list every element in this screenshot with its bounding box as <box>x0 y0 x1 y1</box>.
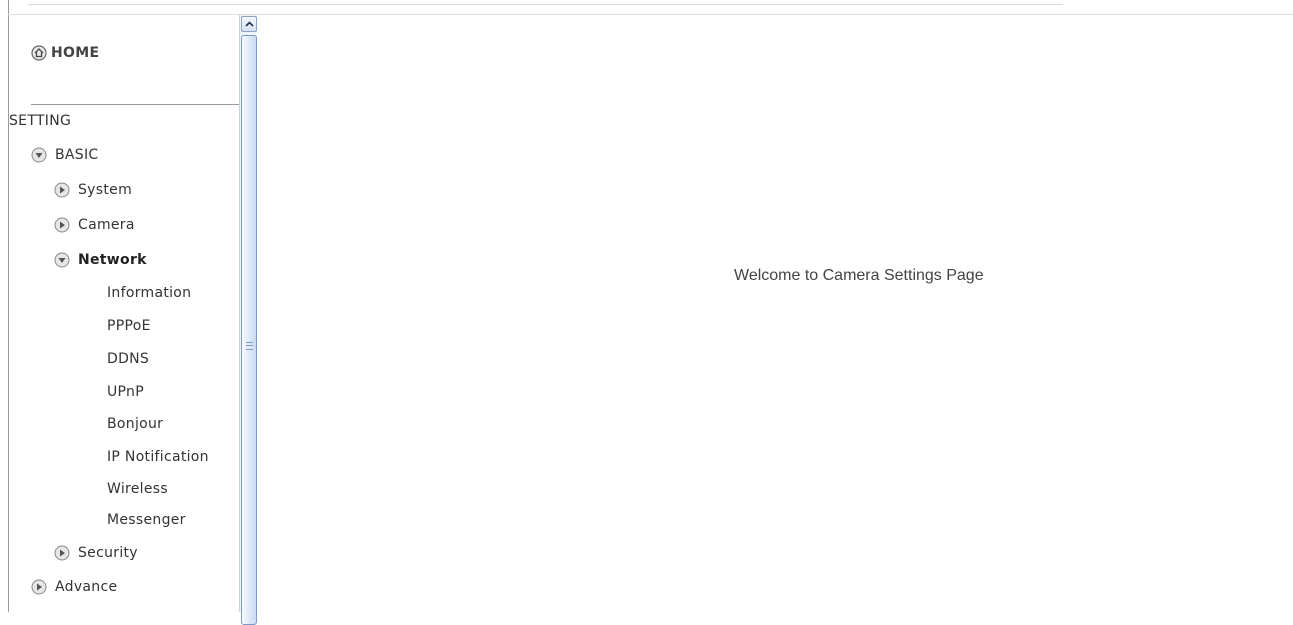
network-item-messenger[interactable]: Messenger <box>107 512 186 528</box>
menu-network[interactable]: Network <box>54 252 147 268</box>
basic-label: BASIC <box>55 147 99 163</box>
collapsed-arrow-icon <box>31 579 47 595</box>
network-item-upnp[interactable]: UPnP <box>107 384 144 400</box>
system-label: System <box>78 182 133 198</box>
home-divider <box>31 104 239 105</box>
scrollbar-thumb[interactable] <box>241 35 257 625</box>
menu-security[interactable]: Security <box>54 545 138 561</box>
menu-basic[interactable]: BASIC <box>31 147 98 163</box>
setting-heading: SETTING <box>9 113 71 129</box>
sidebar-scrollbar[interactable] <box>239 15 257 625</box>
main-content <box>258 15 1293 612</box>
setting-label: SETTING <box>9 113 72 129</box>
scrollbar-grip-icon <box>246 342 253 350</box>
information-label: Information <box>107 285 192 301</box>
collapsed-arrow-icon <box>54 545 70 561</box>
advance-label: Advance <box>55 579 118 595</box>
security-label: Security <box>78 545 138 561</box>
chevron-up-icon <box>244 21 254 27</box>
welcome-message: Welcome to Camera Settings Page <box>734 267 984 284</box>
ddns-label: DDNS <box>107 351 150 367</box>
scroll-up-button[interactable] <box>241 16 257 32</box>
camera-label: Camera <box>78 217 135 233</box>
collapsed-arrow-icon <box>54 217 70 233</box>
top-frame-line <box>28 4 1063 5</box>
home-label: HOME <box>51 45 100 61</box>
upnp-label: UPnP <box>107 384 144 400</box>
settings-sidebar: HOME SETTING BASIC System Camera Network <box>9 15 239 612</box>
network-item-wireless[interactable]: Wireless <box>107 481 168 497</box>
ip-notification-label: IP Notification <box>107 449 209 465</box>
pppoe-label: PPPoE <box>107 318 151 334</box>
network-item-bonjour[interactable]: Bonjour <box>107 416 163 432</box>
network-item-information[interactable]: Information <box>107 285 191 301</box>
network-item-ddns[interactable]: DDNS <box>107 351 149 367</box>
expanded-arrow-icon <box>54 252 70 268</box>
home-link[interactable]: HOME <box>31 45 99 61</box>
messenger-label: Messenger <box>107 512 186 528</box>
expanded-arrow-icon <box>31 147 47 163</box>
menu-advance[interactable]: Advance <box>31 579 117 595</box>
bonjour-label: Bonjour <box>107 416 164 432</box>
menu-camera[interactable]: Camera <box>54 217 135 233</box>
network-item-ip-notification[interactable]: IP Notification <box>107 449 209 465</box>
network-label: Network <box>78 252 147 268</box>
home-icon <box>31 45 47 61</box>
collapsed-arrow-icon <box>54 182 70 198</box>
network-item-pppoe[interactable]: PPPoE <box>107 318 151 334</box>
wireless-label: Wireless <box>107 481 168 497</box>
menu-system[interactable]: System <box>54 182 132 198</box>
